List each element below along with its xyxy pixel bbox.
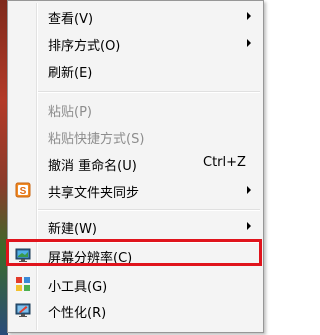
menu-item-paste: 粘贴(P) [10,98,261,120]
menu-item-label: 刷新(E) [48,66,93,81]
menu-item-label: 个性化(R) [48,306,107,321]
sync-app-icon: S [15,182,31,198]
menu-item-share-sync[interactable]: S 共享文件夹同步 [10,179,261,201]
gadgets-icon [16,277,30,291]
menu-item-sort-by[interactable]: 排序方式(O) [10,32,261,54]
menu-item-label: 查看(V) [48,12,94,27]
submenu-arrow-icon [247,39,251,47]
menu-item-view[interactable]: 查看(V) [10,5,261,27]
personalize-icon [15,303,31,317]
submenu-arrow-icon [247,186,251,194]
menu-item-label: 小工具(G) [48,280,108,295]
svg-text:S: S [20,186,27,197]
submenu-arrow-icon [247,12,251,20]
menu-item-refresh[interactable]: 刷新(E) [10,59,261,81]
menu-item-label: 粘贴(P) [48,105,92,120]
menu-item-shortcut: Ctrl+Z [203,155,246,170]
menu-separator [38,91,260,93]
highlight-box [6,239,262,266]
menu-item-label: 粘贴快捷方式(S) [48,132,145,147]
menu-item-label: 撤消 重命名(U) [48,159,137,174]
submenu-arrow-icon [247,222,251,230]
menu-item-undo-rename[interactable]: 撤消 重命名(U) Ctrl+Z [10,152,261,174]
menu-item-label: 新建(W) [48,222,97,237]
menu-item-label: 共享文件夹同步 [48,186,140,201]
menu-item-personalize[interactable]: 个性化(R) [10,299,261,321]
desktop-context-menu: 查看(V) 排序方式(O) 刷新(E) 粘贴(P) 粘贴快捷方式(S) 撤消 重… [7,0,264,333]
menu-item-new[interactable]: 新建(W) [10,215,261,237]
menu-item-paste-shortcut: 粘贴快捷方式(S) [10,125,261,147]
menu-separator [38,209,260,211]
menu-item-gadgets[interactable]: 小工具(G) [10,273,261,295]
menu-item-label: 排序方式(O) [48,39,121,54]
